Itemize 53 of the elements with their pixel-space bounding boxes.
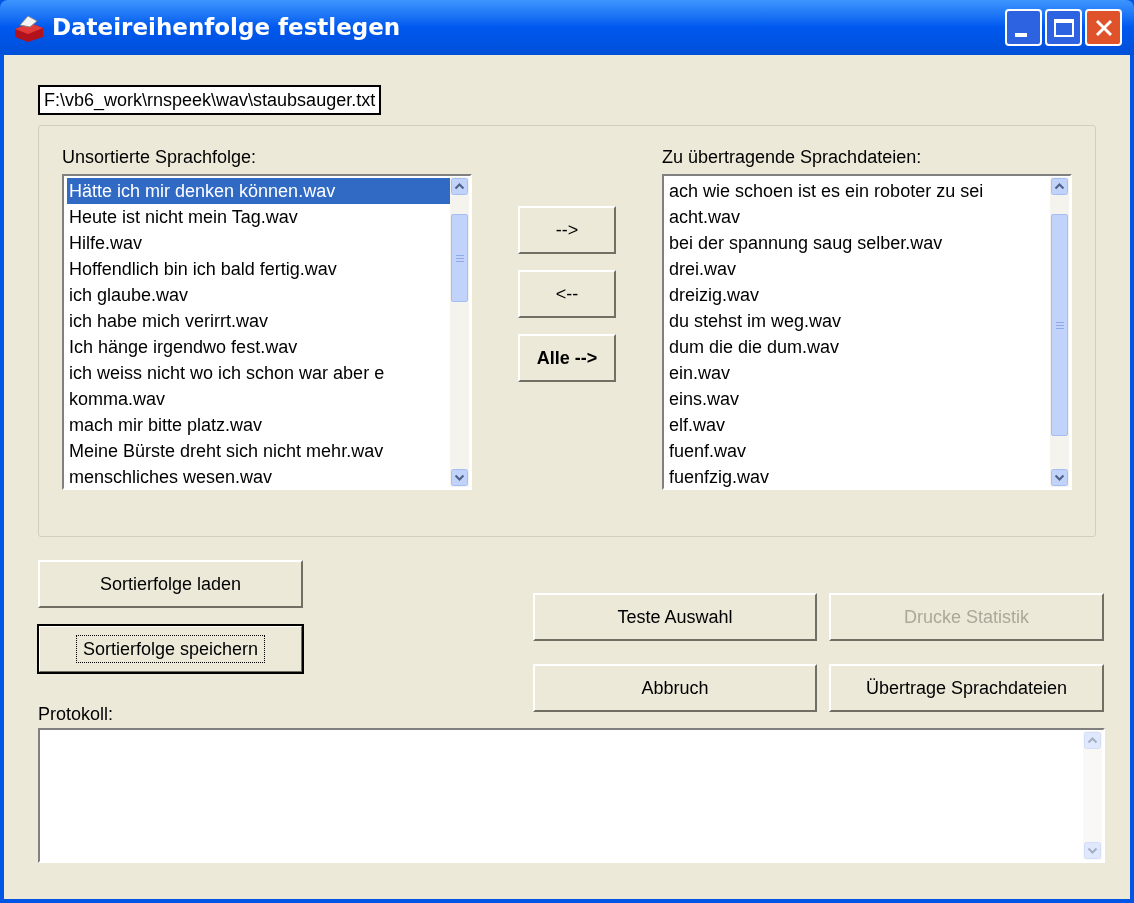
minimize-button[interactable] — [1005, 9, 1042, 46]
sort-button[interactable]: Sortierfolge laden — [38, 560, 303, 608]
list-item[interactable]: drei.wav — [667, 256, 1050, 282]
scroll-down-icon[interactable] — [451, 469, 468, 486]
list-item[interactable]: elf.wav — [667, 412, 1050, 438]
list-label: Unsortierte Sprachfolge: — [62, 146, 258, 168]
close-button[interactable] — [1085, 9, 1122, 46]
sort-button[interactable]: Sortierfolge speichern — [38, 625, 303, 673]
list-item[interactable]: bei der spannung saug selber.wav — [667, 230, 1050, 256]
list-item[interactable]: dreizig.wav — [667, 282, 1050, 308]
close-icon — [1093, 17, 1114, 38]
transfer-button[interactable]: --> — [518, 206, 616, 254]
list-item[interactable]: ich weiss nicht wo ich schon war aber e — [67, 360, 450, 386]
list-item[interactable]: Meine Bürste dreht sich nicht mehr.wav — [67, 438, 450, 464]
scroll-up-icon[interactable] — [451, 178, 468, 195]
scroll-up-icon[interactable] — [1051, 178, 1068, 195]
list-item[interactable]: Hoffendlich bin ich bald fertig.wav — [67, 256, 450, 282]
list-item[interactable]: fuenfzig.wav — [667, 464, 1050, 487]
scrollbar[interactable] — [1050, 177, 1069, 487]
list-item[interactable]: Hilfe.wav — [67, 230, 450, 256]
grip-icon — [1055, 321, 1064, 329]
list-box[interactable] — [62, 174, 472, 490]
log-label: Protokoll: — [38, 704, 115, 724]
transfer-button[interactable]: <-- — [518, 270, 616, 318]
list-label: Zu übertragende Sprachdateien: — [662, 146, 923, 168]
list-item[interactable]: dum die die dum.wav — [667, 334, 1050, 360]
scroll-thumb[interactable] — [451, 214, 468, 302]
scrollbar[interactable] — [450, 177, 469, 487]
scroll-thumb[interactable] — [1051, 214, 1068, 436]
transfer-button[interactable]: Alle --> — [518, 334, 616, 382]
action-button[interactable]: Abbruch — [533, 664, 817, 712]
list-item[interactable]: mach mir bitte platz.wav — [67, 412, 450, 438]
list-item[interactable]: du stehst im weg.wav — [667, 308, 1050, 334]
path-field[interactable]: F:\vb6_work\rnspeek\wav\staubsauger.txt — [38, 85, 382, 115]
list-item[interactable]: fuenf.wav — [667, 438, 1050, 464]
list-item[interactable]: menschliches wesen.wav — [67, 464, 450, 487]
maximize-button[interactable] — [1045, 9, 1082, 46]
list-item[interactable]: ach wie schoen ist es ein roboter zu sei — [667, 178, 1050, 204]
list-item[interactable]: acht.wav — [667, 204, 1050, 230]
action-button[interactable]: Teste Auswahl — [533, 593, 817, 641]
list-item[interactable]: Heute ist nicht mein Tag.wav — [67, 204, 450, 230]
list-item[interactable]: ein.wav — [667, 360, 1050, 386]
list-item[interactable]: Ich hänge irgendwo fest.wav — [67, 334, 450, 360]
list-item[interactable]: Hätte ich mir denken können.wav — [67, 178, 450, 204]
action-button[interactable]: Übertrage Sprachdateien — [829, 664, 1104, 712]
window-title: Dateireihenfolge festlegen — [52, 13, 402, 43]
grip-icon — [455, 254, 464, 262]
list-item[interactable]: eins.wav — [667, 386, 1050, 412]
scroll-down-icon[interactable] — [1051, 469, 1068, 486]
list-box[interactable]: ach wie schoen ist es ein roboter zu sei acht.wav bei der spannung saug selber.wav drei.wav dreizig.wav du stehst im weg.wav dum die die dum.wav ein.wav eins.wav elf.wav fuenf.wav fuenfzig.wav — [662, 174, 1072, 490]
list-item[interactable]: ich habe mich verirrt.wav — [67, 308, 450, 334]
list-item[interactable]: komma.wav — [67, 386, 450, 412]
list-item[interactable]: ich glaube.wav — [67, 282, 450, 308]
